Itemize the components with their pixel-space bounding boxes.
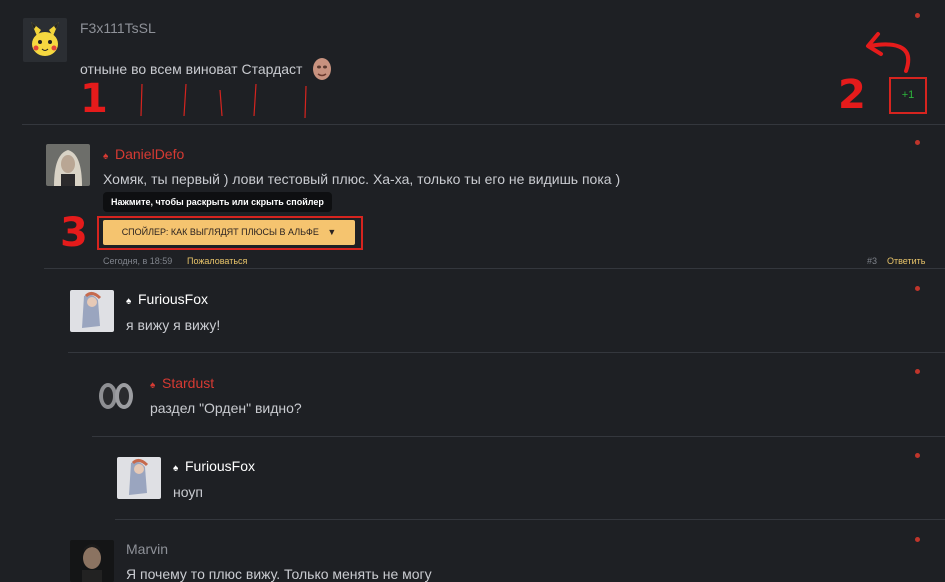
post-menu-dot[interactable] (915, 13, 920, 18)
avatar-furiousfox[interactable] (117, 457, 161, 499)
pikachu-avatar-image (23, 18, 67, 62)
comment-text: раздел "Орден" видно? (150, 400, 302, 416)
comment-author-label: FuriousFox (138, 291, 209, 307)
user-icon: ♠ (103, 151, 109, 162)
avatar-pikachu[interactable] (23, 18, 67, 62)
comment-author-name[interactable]: ♠ DanielDefo (103, 146, 184, 162)
avatar-furiousfox[interactable] (70, 290, 114, 332)
annotation-strokes (140, 83, 307, 119)
separator (115, 519, 945, 520)
annotation-arrow-icon (866, 32, 911, 73)
separator (22, 124, 945, 125)
comment-author-name[interactable]: Marvin (126, 541, 168, 557)
plus-count: +1 (901, 89, 915, 101)
report-link[interactable]: Пожаловаться (187, 256, 247, 266)
comment-menu-dot[interactable] (915, 537, 920, 542)
emoji-face-icon (310, 56, 334, 85)
comment-menu-dot[interactable] (915, 140, 920, 145)
separator (68, 352, 945, 353)
furiousfox-avatar-image (117, 457, 161, 499)
comment-author-label: Stardust (162, 375, 215, 391)
spoiler-button[interactable]: СПОЙЛЕР: КАК ВЫГЛЯДЯТ ПЛЮСЫ В АЛЬФЕ ▼ (103, 220, 355, 245)
danieldefo-avatar-image (46, 144, 90, 186)
spoiler-tooltip: Нажмите, чтобы раскрыть или скрыть спойл… (103, 192, 332, 212)
comment-author-name[interactable]: ♠ Stardust (150, 375, 214, 391)
marvin-avatar-image (70, 540, 114, 582)
spoiler-tooltip-text: Нажмите, чтобы раскрыть или скрыть спойл… (111, 197, 324, 207)
comment-menu-dot[interactable] (915, 453, 920, 458)
user-icon: ♠ (173, 463, 179, 474)
post-author-name[interactable]: F3x111TsSL (80, 20, 156, 36)
user-icon: ♠ (150, 380, 156, 391)
user-icon: ♠ (126, 296, 132, 307)
comment-menu-dot[interactable] (915, 286, 920, 291)
post-text-content: отныне во всем виноват Стардаст (80, 61, 303, 78)
post-text: отныне во всем виноват Стардаст (80, 56, 334, 85)
spoiler-label: СПОЙЛЕР: КАК ВЫГЛЯДЯТ ПЛЮСЫ В АЛЬФЕ (121, 227, 319, 237)
comment-text: ноуп (173, 484, 203, 500)
comment-number[interactable]: #3 (867, 256, 877, 266)
comment-author-label: DanielDefo (115, 146, 185, 162)
comment-author-label: FuriousFox (185, 458, 256, 474)
avatar-danieldefo[interactable] (46, 144, 90, 186)
annotation-number-2: 2 (838, 72, 866, 118)
furiousfox-avatar-image (70, 290, 114, 332)
comment-menu-dot[interactable] (915, 369, 920, 374)
comment-author-name[interactable]: ♠ FuriousFox (126, 291, 208, 307)
avatar-marvin[interactable] (70, 540, 114, 582)
stardust-avatar-image (94, 374, 138, 416)
annotation-number-1: 1 (80, 76, 108, 122)
chevron-down-icon: ▼ (327, 227, 337, 237)
comment-author-name[interactable]: ♠ FuriousFox (173, 458, 255, 474)
comment-text: Я почему то плюс вижу. Только менять не … (126, 566, 432, 582)
comment-text: я вижу я вижу! (126, 317, 221, 333)
avatar-stardust[interactable] (94, 374, 138, 416)
comment-text: Хомяк, ты первый ) лови тестовый плюс. Х… (103, 171, 621, 187)
annotation-number-3: 3 (60, 210, 88, 256)
separator (92, 436, 945, 437)
separator (44, 268, 945, 269)
reply-link[interactable]: Ответить (887, 256, 925, 266)
comment-timestamp: Сегодня, в 18:59 (103, 256, 173, 266)
